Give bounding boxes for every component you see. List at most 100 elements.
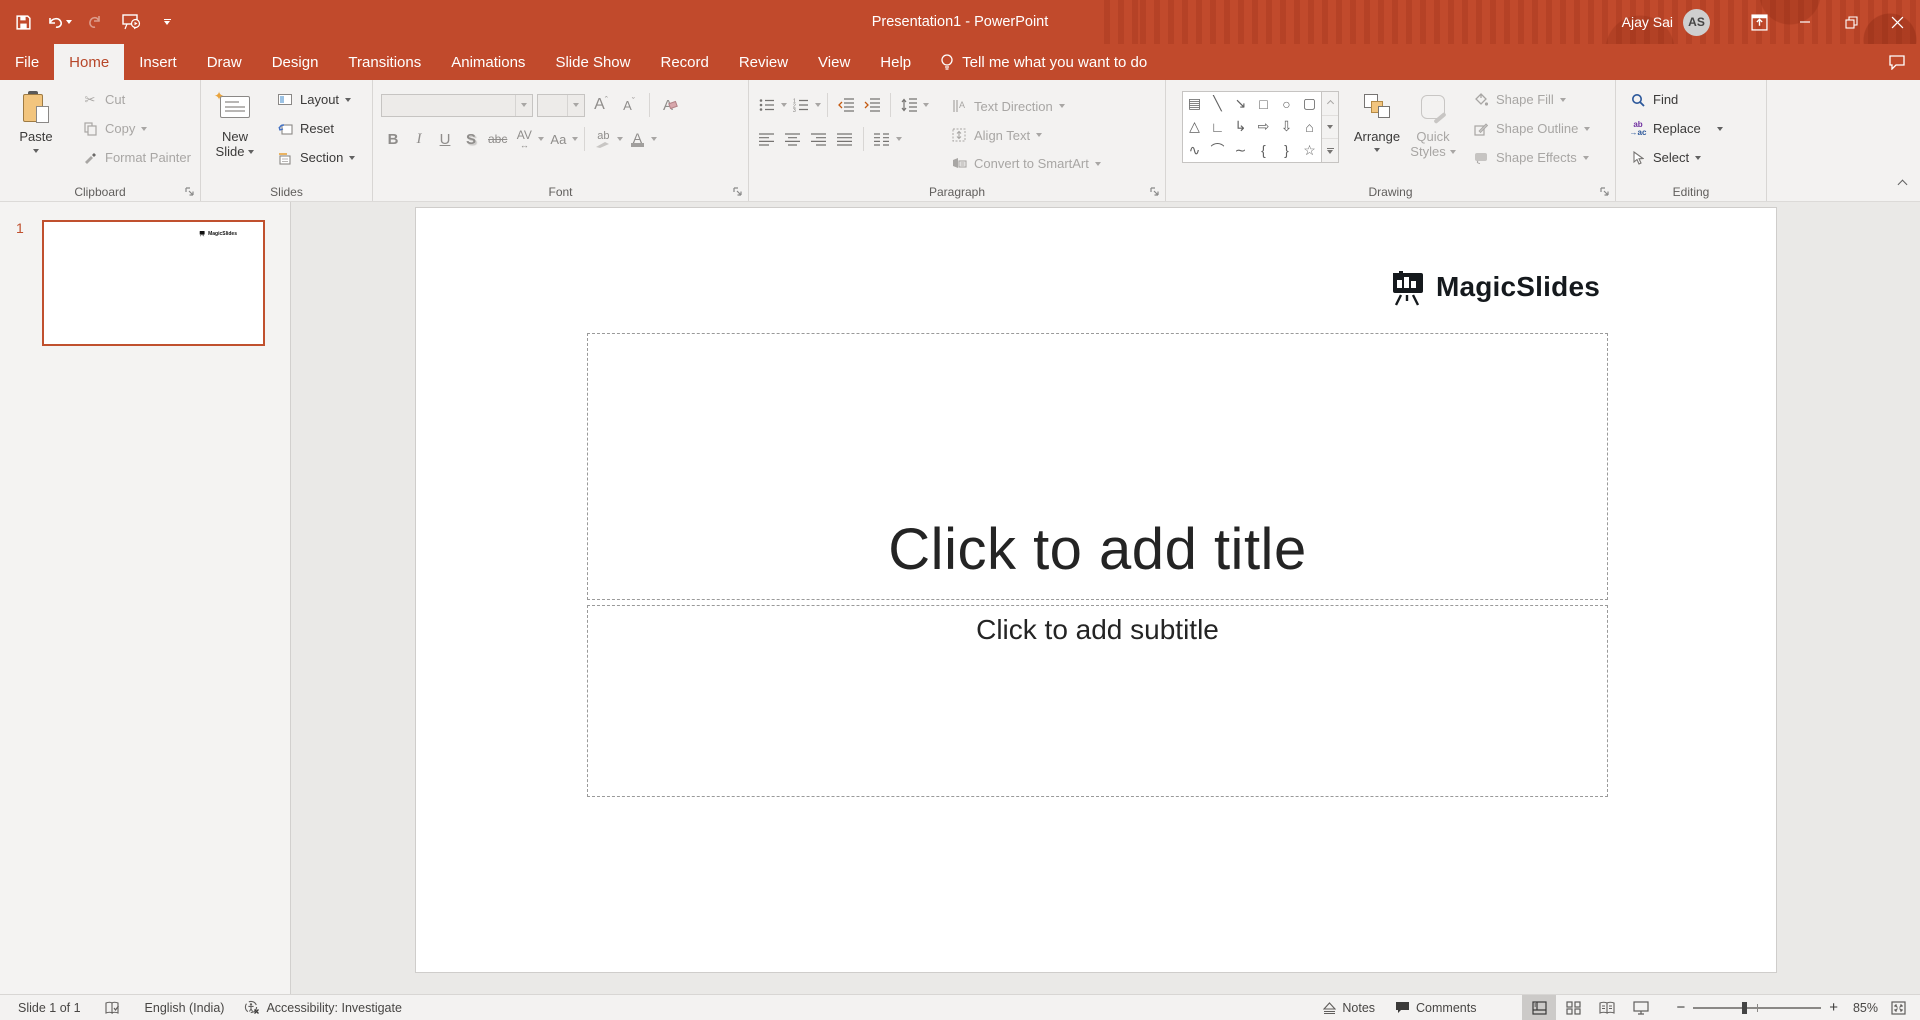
accessibility-status[interactable]: Accessibility: Investigate bbox=[234, 995, 411, 1020]
shapes-scroll-up-icon[interactable] bbox=[1322, 92, 1338, 116]
shape-text-box-icon[interactable]: ▤ bbox=[1183, 92, 1206, 115]
zoom-in-button[interactable]: + bbox=[1829, 999, 1838, 1016]
undo-dropdown-icon[interactable] bbox=[66, 20, 72, 24]
replace-dropdown-icon[interactable] bbox=[1717, 127, 1723, 131]
normal-view-icon[interactable] bbox=[1522, 995, 1556, 1020]
line-spacing-dropdown-icon[interactable] bbox=[923, 103, 929, 107]
align-center-button[interactable] bbox=[781, 126, 805, 152]
shape-arc-icon[interactable]: ⌒ bbox=[1206, 139, 1229, 162]
select-dropdown-icon[interactable] bbox=[1695, 156, 1701, 160]
shape-elbow-connector-icon[interactable]: ∟ bbox=[1206, 115, 1229, 138]
numbering-dropdown-icon[interactable] bbox=[815, 103, 821, 107]
restore-icon[interactable] bbox=[1828, 0, 1874, 44]
tab-slide-show[interactable]: Slide Show bbox=[540, 44, 645, 80]
tell-me-box[interactable]: Tell me what you want to do bbox=[940, 44, 1147, 80]
align-left-button[interactable] bbox=[755, 126, 779, 152]
reading-view-icon[interactable] bbox=[1590, 995, 1624, 1020]
replace-button[interactable]: ab→ac Replace bbox=[1622, 114, 1766, 143]
tab-record[interactable]: Record bbox=[645, 44, 723, 80]
ribbon-display-options-icon[interactable] bbox=[1736, 0, 1782, 44]
user-name[interactable]: Ajay Sai bbox=[1622, 14, 1673, 30]
shape-rectangle-icon[interactable]: □ bbox=[1252, 92, 1275, 115]
tab-transitions[interactable]: Transitions bbox=[333, 44, 436, 80]
slideshow-view-icon[interactable] bbox=[1624, 995, 1658, 1020]
tab-view[interactable]: View bbox=[803, 44, 865, 80]
numbering-button[interactable]: 123 bbox=[789, 92, 813, 118]
shape-star-icon[interactable]: ☆ bbox=[1298, 139, 1321, 162]
tab-animations[interactable]: Animations bbox=[436, 44, 540, 80]
clipboard-dialog-launcher-icon[interactable] bbox=[185, 187, 195, 197]
paragraph-dialog-launcher-icon[interactable] bbox=[1150, 187, 1160, 197]
avatar[interactable]: AS bbox=[1683, 9, 1710, 36]
shape-right-brace-icon[interactable]: } bbox=[1275, 139, 1298, 162]
slide-sorter-icon[interactable] bbox=[1556, 995, 1590, 1020]
shapes-scroll-down-icon[interactable] bbox=[1322, 116, 1338, 140]
layout-button[interactable]: Layout bbox=[269, 85, 362, 114]
columns-dropdown-icon[interactable] bbox=[896, 137, 902, 141]
shape-triangle-icon[interactable]: △ bbox=[1183, 115, 1206, 138]
start-slideshow-icon[interactable] bbox=[118, 7, 144, 37]
font-dialog-launcher-icon[interactable] bbox=[733, 187, 743, 197]
align-right-button[interactable] bbox=[807, 126, 831, 152]
paste-button[interactable]: Paste bbox=[8, 83, 64, 175]
new-slide-dropdown-icon[interactable] bbox=[248, 150, 254, 154]
close-icon[interactable] bbox=[1874, 0, 1920, 44]
section-dropdown-icon[interactable] bbox=[349, 156, 355, 160]
shape-curve-icon[interactable]: ∼ bbox=[1229, 139, 1252, 162]
line-spacing-button[interactable] bbox=[897, 92, 921, 118]
reset-button[interactable]: Reset bbox=[269, 114, 362, 143]
collapse-ribbon-icon[interactable] bbox=[1899, 175, 1906, 193]
subtitle-placeholder[interactable]: Click to add subtitle bbox=[587, 605, 1608, 797]
slide-thumbnail[interactable]: MagicSlides bbox=[42, 220, 265, 346]
tab-review[interactable]: Review bbox=[724, 44, 803, 80]
new-slide-button[interactable]: ✦ New Slide bbox=[207, 83, 263, 175]
arrange-dropdown-icon[interactable] bbox=[1374, 148, 1380, 152]
tab-design[interactable]: Design bbox=[257, 44, 334, 80]
shape-line-icon[interactable]: ╲ bbox=[1206, 92, 1229, 115]
minimize-icon[interactable] bbox=[1782, 0, 1828, 44]
paste-dropdown-icon[interactable] bbox=[33, 149, 39, 153]
zoom-level[interactable]: 85% bbox=[1838, 1001, 1878, 1015]
notes-button[interactable]: Notes bbox=[1313, 995, 1385, 1020]
shape-elbow-arrow-connector-icon[interactable]: ↳ bbox=[1229, 115, 1252, 138]
bullets-dropdown-icon[interactable] bbox=[781, 103, 787, 107]
slide-canvas[interactable]: MagicSlides Click to add title Click to … bbox=[416, 208, 1776, 972]
title-placeholder[interactable]: Click to add title bbox=[587, 333, 1608, 600]
zoom-out-button[interactable]: − bbox=[1676, 999, 1685, 1016]
drawing-dialog-launcher-icon[interactable] bbox=[1600, 187, 1610, 197]
shape-oval-icon[interactable]: ○ bbox=[1275, 92, 1298, 115]
tab-draw[interactable]: Draw bbox=[192, 44, 257, 80]
undo-icon[interactable] bbox=[46, 7, 72, 37]
fit-slide-to-window-icon[interactable] bbox=[1884, 995, 1912, 1020]
zoom-slider-thumb[interactable] bbox=[1742, 1002, 1747, 1014]
customize-quick-access-toolbar-icon[interactable] bbox=[154, 7, 180, 37]
tab-insert[interactable]: Insert bbox=[124, 44, 192, 80]
justify-button[interactable] bbox=[833, 126, 857, 152]
share-comment-icon[interactable] bbox=[1874, 44, 1920, 80]
shape-arrow-right-icon[interactable]: ⇨ bbox=[1252, 115, 1275, 138]
save-icon[interactable] bbox=[10, 7, 36, 37]
bullets-button[interactable] bbox=[755, 92, 779, 118]
arrange-button[interactable]: Arrange bbox=[1349, 83, 1405, 175]
section-button[interactable]: Section bbox=[269, 143, 362, 172]
tab-file[interactable]: File bbox=[0, 44, 54, 80]
tab-help[interactable]: Help bbox=[865, 44, 926, 80]
increase-indent-button[interactable] bbox=[860, 92, 884, 118]
columns-button[interactable] bbox=[870, 126, 894, 152]
shape-freeform-icon[interactable]: ⌂ bbox=[1298, 115, 1321, 138]
shape-arrow-icon[interactable]: ↘ bbox=[1229, 92, 1252, 115]
zoom-slider[interactable] bbox=[1693, 1007, 1821, 1009]
shape-scribble-icon[interactable]: ∿ bbox=[1183, 139, 1206, 162]
decrease-indent-button[interactable] bbox=[834, 92, 858, 118]
tab-home[interactable]: Home bbox=[54, 44, 124, 80]
shape-arrow-down-icon[interactable]: ⇩ bbox=[1275, 115, 1298, 138]
language-indicator[interactable]: English (India) bbox=[135, 995, 235, 1020]
spell-check-icon[interactable] bbox=[91, 995, 135, 1020]
shape-rounded-rectangle-icon[interactable]: ▢ bbox=[1298, 92, 1321, 115]
shapes-more-icon[interactable] bbox=[1322, 139, 1338, 162]
comments-button[interactable]: Comments bbox=[1385, 995, 1486, 1020]
find-button[interactable]: Find bbox=[1622, 85, 1766, 114]
shape-left-brace-icon[interactable]: { bbox=[1252, 139, 1275, 162]
layout-dropdown-icon[interactable] bbox=[345, 98, 351, 102]
select-button[interactable]: Select bbox=[1622, 143, 1766, 172]
